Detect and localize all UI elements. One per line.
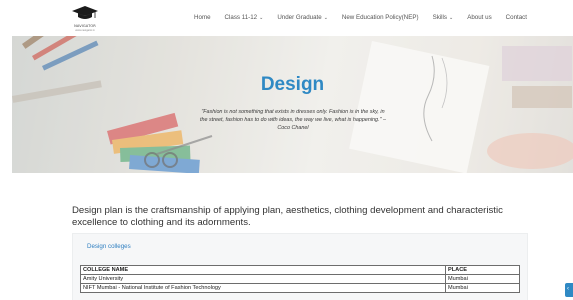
- nav-contact-label: Contact: [505, 14, 527, 21]
- nav-nep-label: New Education Policy(NEP): [341, 14, 419, 21]
- site-header: NAVIGATOR www.navigator.in Home Class 11…: [0, 0, 573, 36]
- nav-class-11-12-label: Class 11-12: [224, 14, 258, 21]
- table-cell-college: NIFT Mumbai - National Institute of Fash…: [80, 283, 446, 293]
- hero-banner: Design "Fashion is not something that ex…: [12, 36, 573, 173]
- nav-skills[interactable]: Skills ⌄: [433, 14, 454, 21]
- site-logo[interactable]: NAVIGATOR www.navigator.in: [68, 4, 102, 34]
- table-cell-college: Amity University: [80, 274, 446, 284]
- logo-subtext: www.navigator.in: [75, 29, 95, 32]
- hero-overlay: [12, 36, 573, 173]
- chevron-down-icon: ⌄: [449, 15, 454, 21]
- nav-about-us[interactable]: About us: [467, 14, 491, 21]
- nav-contact[interactable]: Contact: [506, 14, 527, 21]
- main-nav: Home Class 11-12 ⌄ Under Graduate ⌄ New Ed…: [194, 14, 527, 21]
- logo-text: NAVIGATOR: [74, 24, 96, 28]
- nav-nep[interactable]: New Education Policy(NEP): [342, 14, 419, 21]
- nav-under-graduate-label: Under Graduate: [277, 14, 322, 21]
- intro-paragraph: Design plan is the craftsmanship of appl…: [72, 205, 503, 228]
- nav-about-us-label: About us: [467, 14, 492, 21]
- floating-side-button[interactable]: ‹: [565, 283, 573, 297]
- column-header-place: PLACE: [445, 265, 520, 275]
- hero-quote: "Fashion is not something that exists in…: [200, 109, 386, 132]
- nav-class-11-12[interactable]: Class 11-12 ⌄: [225, 14, 264, 21]
- table-header-row: COLLEGE NAME PLACE: [80, 265, 520, 275]
- colleges-table: COLLEGE NAME PLACE Amity University Mumb…: [80, 265, 520, 293]
- table-cell-place: Mumbai: [445, 283, 520, 293]
- nav-under-graduate[interactable]: Under Graduate ⌄: [277, 14, 328, 21]
- table-row: Amity University Mumbai: [80, 274, 520, 284]
- caret-icon: ‹: [567, 286, 569, 292]
- column-header-college-name: COLLEGE NAME: [80, 265, 446, 275]
- nav-home-label: Home: [194, 14, 211, 21]
- nav-home[interactable]: Home: [194, 14, 211, 21]
- table-row: NIFT Mumbai - National Institute of Fash…: [80, 283, 520, 293]
- nav-skills-label: Skills: [432, 14, 448, 21]
- chevron-down-icon: ⌄: [259, 15, 264, 21]
- page-title: Design: [260, 74, 325, 95]
- graduation-cap-icon: [72, 6, 98, 19]
- chevron-down-icon: ⌄: [323, 15, 328, 21]
- tab-design-colleges[interactable]: Design colleges: [87, 243, 131, 250]
- table-cell-place: Mumbai: [445, 274, 520, 284]
